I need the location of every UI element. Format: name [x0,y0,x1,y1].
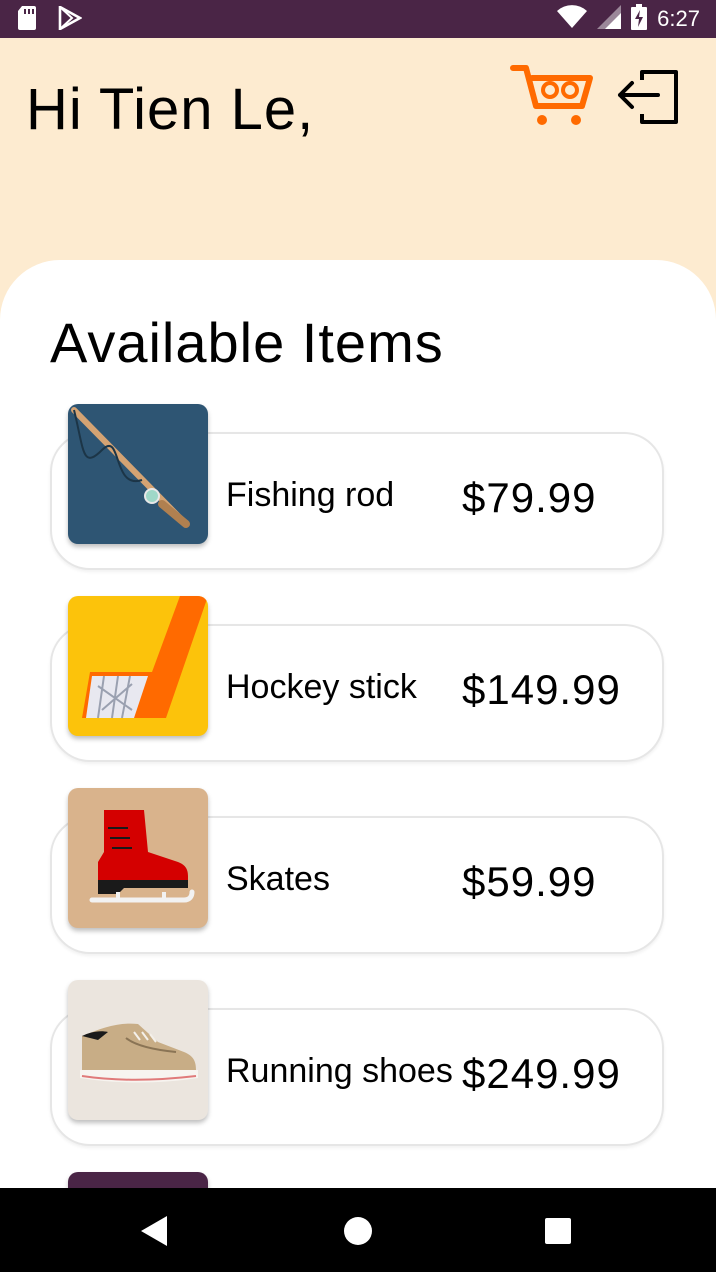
items-panel: Available Items Fishing rod $79.99 Hocke… [0,260,716,1260]
panel-title: Available Items [50,311,444,374]
recents-icon [545,1218,571,1244]
item-hockey-stick[interactable]: Hockey stick $149.99 [50,596,664,762]
wifi-icon [557,5,588,33]
home-button[interactable] [328,1206,388,1256]
battery-icon [631,4,648,34]
recents-button[interactable] [528,1206,588,1256]
hockey-stick-icon [82,596,208,719]
item-skates[interactable]: Skates $59.99 [50,788,664,954]
item-price: $79.99 [462,474,597,521]
item-thumb [68,980,208,1120]
item-name: Skates [226,860,330,898]
header: Hi Tien Le, [0,38,716,278]
app-screen: 6:27 Hi Tien Le, Available Items Fishing… [0,0,716,1272]
item-price: $149.99 [462,666,621,713]
item-name: Running shoes [226,1052,453,1090]
nav-bar [0,1188,716,1272]
shoe-icon [80,1023,198,1083]
item-name: Hockey stick [226,668,417,706]
logout-button[interactable] [614,66,682,126]
sd-card-icon [18,6,38,34]
status-time: 6:27 [657,6,700,31]
item-name: Fishing rod [226,476,395,514]
play-store-icon [58,4,83,34]
home-icon [344,1217,372,1245]
logout-icon [618,70,678,124]
item-thumb [68,596,208,736]
greeting-text: Hi Tien Le, [26,77,315,142]
skate-icon [89,810,195,903]
cart-button[interactable] [510,62,596,128]
item-thumb [68,404,208,544]
back-button[interactable] [124,1206,184,1256]
item-price: $249.99 [462,1050,621,1097]
signal-icon [597,5,622,33]
back-icon [141,1216,167,1246]
item-thumb [68,788,208,928]
item-price: $59.99 [462,858,597,905]
item-running-shoes[interactable]: Running shoes $249.99 [50,980,664,1146]
fishing-rod-icon [71,407,190,528]
status-bar: 6:27 [0,0,716,38]
cart-icon [510,65,593,125]
item-fishing-rod[interactable]: Fishing rod $79.99 [50,404,664,570]
